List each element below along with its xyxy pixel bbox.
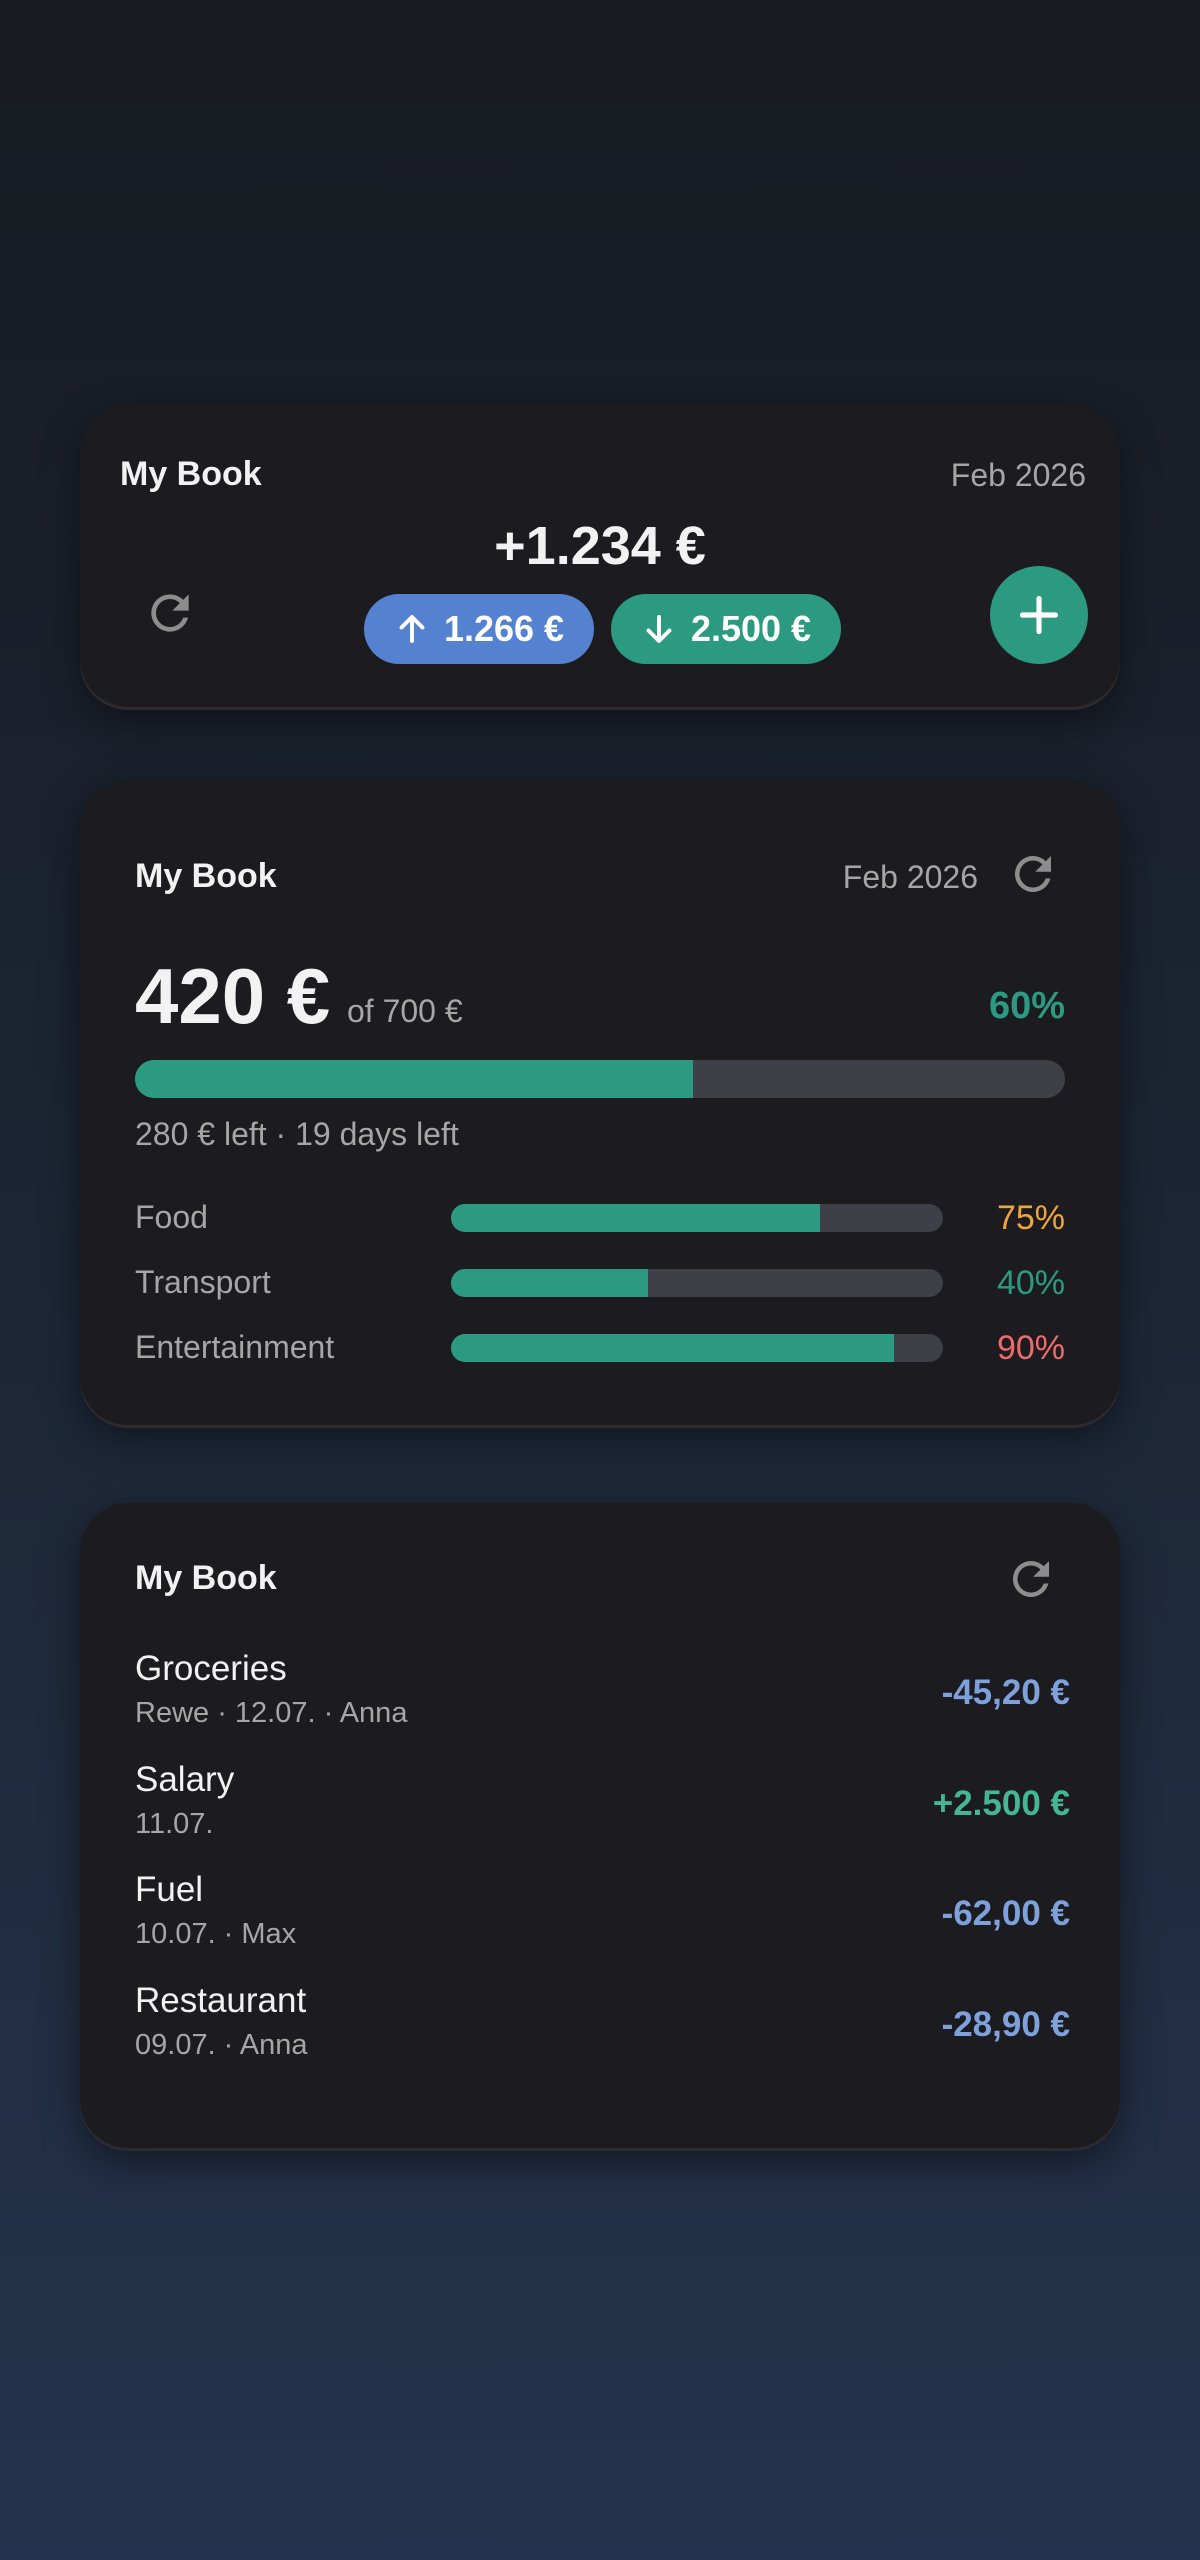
balance-amount: +1.234 € [494,516,706,576]
category-label: Entertainment [135,1329,335,1365]
category-row-transport: Transport 40% [135,1262,1065,1302]
transaction-amount: -45,20 € [941,1673,1070,1712]
budget-remaining: 280 € left · 19 days left [135,1116,459,1152]
expense-amount: 2.500 € [690,608,812,649]
summary-date: Feb 2026 [950,457,1086,493]
transaction-row[interactable]: Groceries Rewe · 12.07. · Anna -45,20 € [135,1649,1070,1739]
transaction-subtitle: 10.07. · Max [135,1918,297,1950]
category-progress-fill [451,1269,648,1297]
category-progress-bar [451,1204,943,1232]
refresh-icon[interactable] [1004,1552,1058,1606]
add-transaction-button[interactable] [990,566,1088,664]
expense-pill[interactable]: 2.500 € [611,594,841,664]
summary-title: My Book [120,455,262,493]
arrow-down-icon [646,615,672,643]
category-progress-fill [451,1334,894,1362]
transactions-widget: My Book Groceries Rewe · 12.07. · Anna -… [80,1503,1120,2151]
category-progress-bar [451,1269,943,1297]
category-percent: 40% [996,1264,1065,1302]
transaction-row[interactable]: Salary 11.07. +2.500 € [135,1760,1070,1850]
arrow-up-icon [399,615,425,643]
budget-total: of 700 € [347,993,463,1029]
transaction-amount: +2.500 € [932,1784,1070,1823]
transaction-subtitle: 11.07. [135,1808,214,1840]
income-amount: 1.266 € [443,608,565,649]
category-label: Transport [135,1264,271,1300]
transaction-row[interactable]: Restaurant 09.07. · Anna -28,90 € [135,1981,1070,2071]
category-label: Food [135,1199,208,1235]
refresh-icon[interactable] [1006,847,1060,901]
transaction-subtitle: 09.07. · Anna [135,2029,308,2061]
plus-icon [1019,595,1059,635]
transaction-title: Groceries [135,1649,287,1688]
transaction-title: Restaurant [135,1981,307,2020]
budget-percent: 60% [988,985,1065,1027]
refresh-icon[interactable] [142,585,198,641]
transactions-title: My Book [135,1559,277,1597]
category-row-food: Food 75% [135,1197,1065,1237]
spent-amount: 420 € [135,952,331,1040]
summary-widget: My Book Feb 2026 +1.234 € 1.266 € 2.500 … [80,405,1120,710]
income-pill[interactable]: 1.266 € [364,594,594,664]
category-progress-fill [451,1204,820,1232]
transaction-row[interactable]: Fuel 10.07. · Max -62,00 € [135,1870,1070,1960]
budget-widget: My Book Feb 2026 420 € of 700 € 60% 280 … [80,781,1120,1428]
budget-date: Feb 2026 [842,859,978,895]
transaction-title: Salary [135,1760,235,1799]
budget-progress-bar [135,1060,1065,1098]
category-row-entertainment: Entertainment 90% [135,1327,1065,1367]
category-progress-bar [451,1334,943,1362]
budget-progress-fill [135,1060,693,1098]
transaction-subtitle: Rewe · 12.07. · Anna [135,1697,408,1729]
transaction-amount: -62,00 € [941,1894,1070,1933]
budget-title: My Book [135,857,277,895]
transaction-title: Fuel [135,1870,204,1909]
category-percent: 90% [996,1329,1065,1367]
category-percent: 75% [996,1199,1065,1237]
transaction-amount: -28,90 € [941,2005,1070,2044]
